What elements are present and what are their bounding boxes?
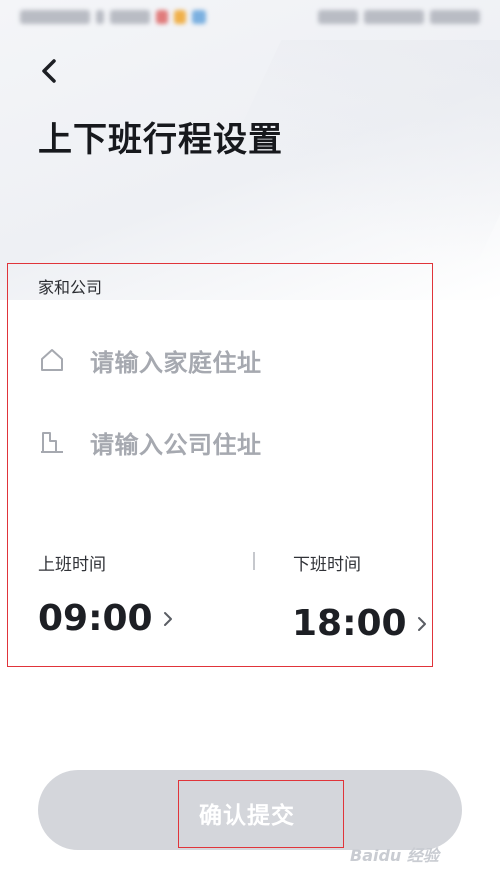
end-time-selector[interactable]: 18:00 [292,603,427,644]
end-time-value: 18:00 [292,603,407,644]
back-button[interactable] [34,58,64,88]
start-time-label: 上班时间 [38,555,106,575]
time-divider [253,552,255,570]
end-time-label: 下班时间 [293,555,361,575]
status-bar [0,0,500,34]
chevron-right-icon [417,616,427,632]
status-right-blurred [318,10,480,24]
page-title: 上下班行程设置 [38,120,283,160]
office-address-field[interactable]: 请输入公司住址 [38,422,418,462]
home-outline-icon [38,346,66,374]
status-left-blurred [20,10,206,24]
commute-settings-card: 家和公司 请输入家庭住址 请输入公司住址 上班时间 下班时间 09:00 18:… [7,263,433,667]
watermark: Baidu 经验 [350,846,439,865]
start-time-selector[interactable]: 09:00 [38,598,173,639]
section-label: 家和公司 [38,278,103,297]
office-building-icon [38,428,66,456]
home-address-placeholder: 请输入家庭住址 [90,348,262,377]
chevron-right-icon [163,611,173,627]
submit-highlight-box [178,780,344,848]
chevron-left-icon [40,58,58,88]
office-address-placeholder: 请输入公司住址 [90,430,262,459]
start-time-value: 09:00 [38,598,153,639]
home-address-field[interactable]: 请输入家庭住址 [38,340,418,380]
